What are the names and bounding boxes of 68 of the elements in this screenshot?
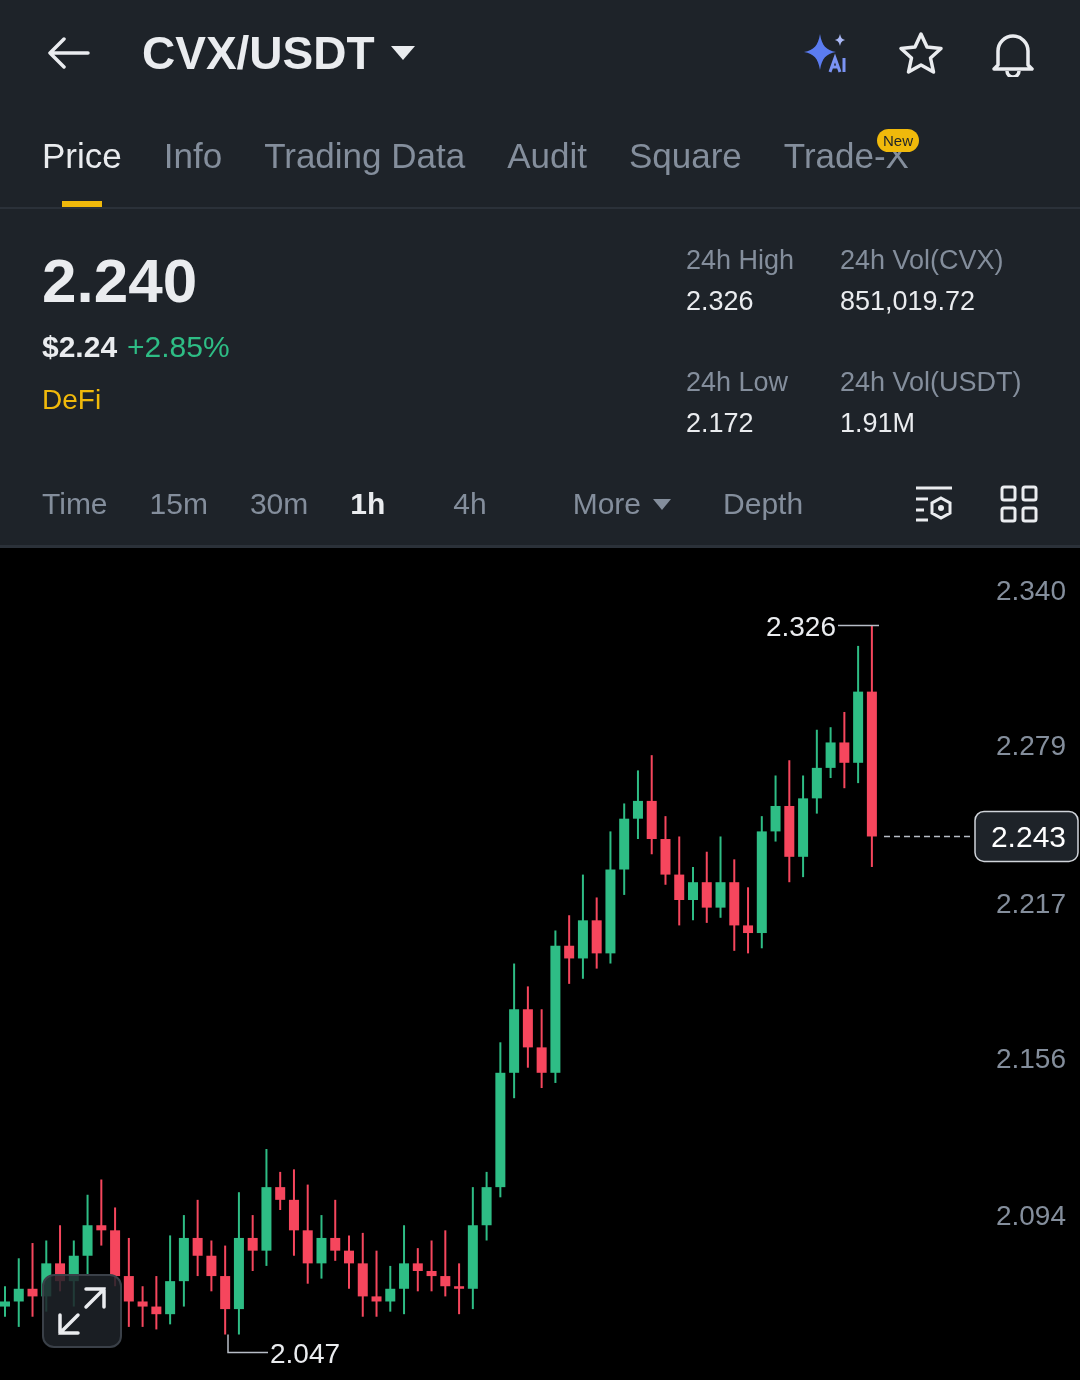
stat-value: 2.326 — [686, 286, 755, 317]
interval-tab[interactable]: 30m — [249, 487, 309, 521]
candle — [481, 1170, 492, 1242]
star-icon[interactable] — [898, 30, 944, 75]
price-axis-label: 2.217 — [995, 887, 1066, 919]
back-arrow-icon[interactable] — [46, 36, 90, 69]
stat-label: 24h Low — [686, 367, 790, 398]
price-axis-label: 2.094 — [995, 1200, 1066, 1232]
candle — [206, 1239, 217, 1293]
interval-tab[interactable]: 15m — [149, 487, 208, 521]
expand-icon — [56, 1285, 108, 1337]
interval-tab[interactable]: 4h — [453, 487, 487, 521]
candle — [137, 1285, 148, 1328]
pair-title[interactable]: CVX/USDT — [142, 25, 375, 80]
tab[interactable]: Square — [628, 105, 742, 207]
expand-button[interactable] — [42, 1274, 122, 1348]
last-price: 2.240 — [42, 245, 199, 316]
tab[interactable]: Audit — [507, 105, 587, 207]
candle — [316, 1214, 327, 1280]
candle — [632, 769, 643, 840]
grid-icon[interactable] — [1000, 485, 1038, 523]
candle — [660, 815, 671, 886]
candle — [0, 1285, 10, 1318]
candle — [385, 1264, 396, 1313]
candle — [247, 1214, 258, 1272]
candle — [426, 1239, 437, 1293]
candle — [743, 886, 754, 955]
tab[interactable]: Info — [163, 105, 223, 207]
candle — [688, 865, 698, 922]
candle — [454, 1262, 465, 1316]
category-tag[interactable]: DeFi — [42, 384, 102, 416]
high-marker: 2.326 — [765, 610, 836, 642]
candle — [412, 1247, 423, 1293]
price-change: +2.85% — [127, 330, 230, 364]
interval-tab[interactable]: 1h — [350, 487, 386, 521]
stat-value: 851,019.72 — [840, 286, 977, 317]
candle — [275, 1170, 286, 1211]
low-marker: 2.047 — [270, 1337, 341, 1369]
candle — [564, 914, 575, 985]
candle — [330, 1198, 341, 1262]
tab[interactable]: Price — [42, 105, 122, 207]
candle — [825, 726, 836, 780]
interval-tab[interactable]: More — [572, 487, 672, 521]
caret-icon — [653, 498, 672, 510]
stat-label: 24h Vol(CVX) — [840, 245, 1005, 276]
price-axis-label: 2.279 — [995, 730, 1066, 761]
candle — [13, 1257, 24, 1328]
candle — [96, 1178, 107, 1247]
interval-tab[interactable]: Depth — [723, 487, 804, 521]
leader-line — [837, 624, 880, 627]
price-axis-label: 2.156 — [995, 1042, 1066, 1074]
stat-value: 2.172 — [686, 408, 755, 439]
stat-label: 24h High — [686, 245, 796, 276]
chart-settings-icon[interactable] — [914, 485, 954, 523]
candle — [344, 1234, 354, 1290]
stat-label: 24h Vol(USDT) — [840, 367, 1023, 398]
caret-icon[interactable] — [390, 45, 415, 60]
interval-tab[interactable]: Time — [42, 487, 108, 521]
last-price-label: 2.243 — [990, 820, 1066, 854]
leader-line — [227, 1333, 269, 1354]
candle — [440, 1229, 451, 1298]
stat-value: 1.91M — [840, 408, 917, 439]
candle — [770, 774, 781, 843]
price-axis-label: 2.340 — [995, 575, 1066, 606]
candle — [151, 1275, 162, 1331]
usd-price: $2.24 — [42, 330, 118, 364]
candle — [371, 1249, 382, 1318]
tab[interactable]: Trading Data — [264, 105, 466, 207]
